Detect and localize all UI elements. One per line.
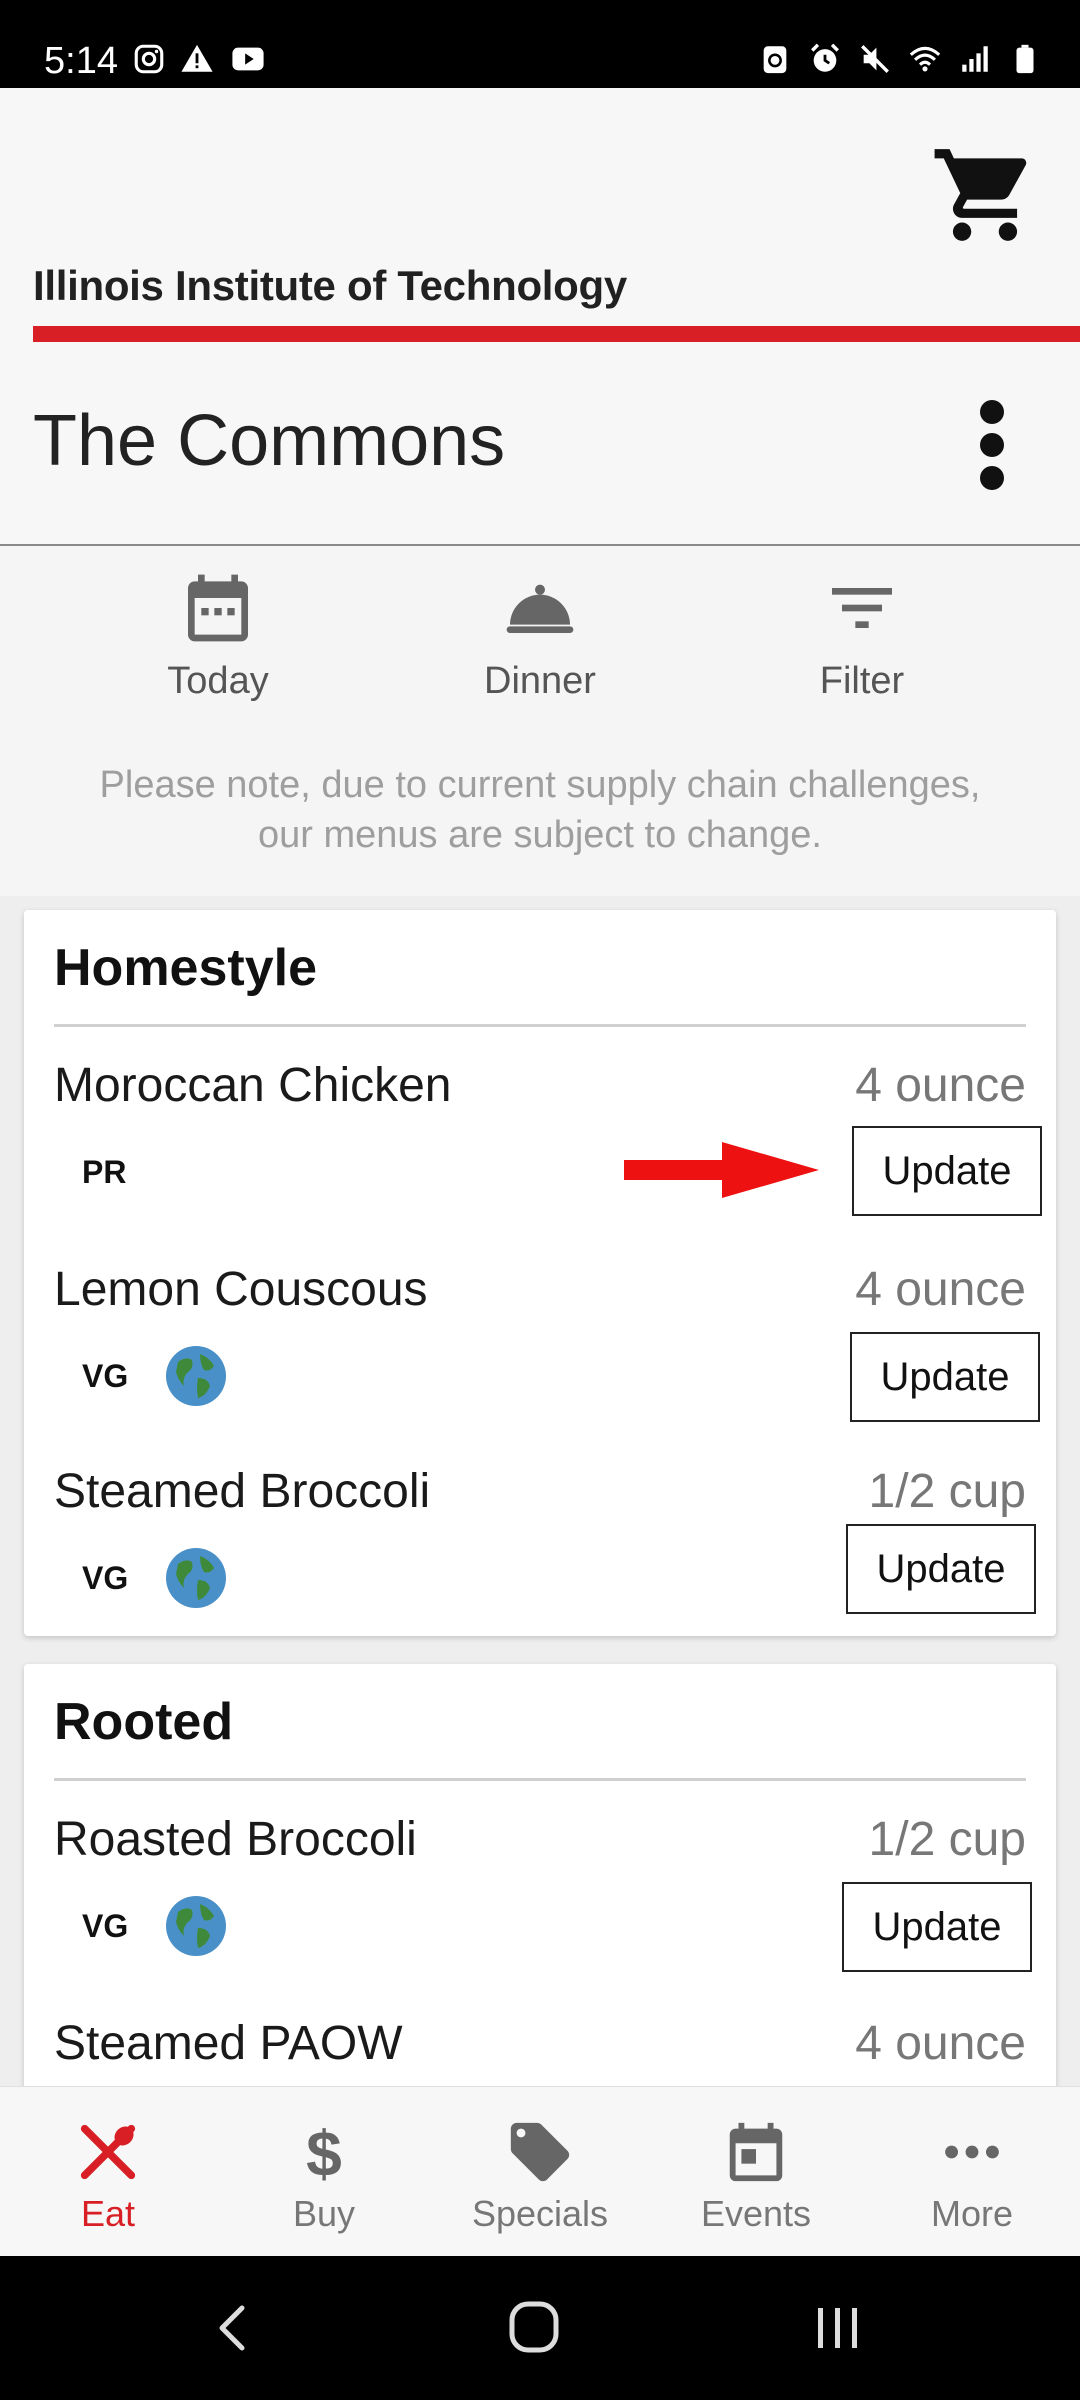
bottom-navigation: Eat $ Buy Specials Events More	[0, 2086, 1080, 2256]
supply-chain-notice: Please note, due to current supply chain…	[99, 764, 981, 856]
globe-icon	[166, 1896, 226, 1956]
instagram-icon	[134, 44, 164, 74]
nav-eat[interactable]: Eat	[0, 2087, 216, 2235]
station-card-homestyle: Homestyle Moroccan Chicken 4 ounce PR Up…	[24, 910, 1056, 1636]
nav-events[interactable]: Events	[648, 2087, 864, 2235]
signal-icon	[962, 46, 988, 72]
menu-item[interactable]: Lemon Couscous 4 ounce VG Update	[24, 1262, 1056, 1462]
date-label: Today	[167, 660, 269, 702]
wifi-icon	[909, 46, 941, 72]
more-dots-icon	[945, 2145, 999, 2159]
vegan-badge: VG	[82, 1560, 129, 1596]
recents-icon[interactable]	[798, 2296, 878, 2360]
menu-item[interactable]: Steamed PAOW 4 ounce	[24, 2016, 1056, 2086]
menu-content[interactable]: Homestyle Moroccan Chicken 4 ounce PR Up…	[0, 896, 1080, 2086]
protein-badge: PR	[82, 1154, 127, 1190]
red-arrow-annotation	[624, 1142, 819, 1198]
nav-label: Events	[700, 2193, 812, 2234]
status-time: 5:14	[44, 40, 118, 82]
overflow-menu-icon[interactable]	[975, 395, 1009, 495]
update-button[interactable]: Update	[850, 1332, 1040, 1422]
page-title: The Commons	[33, 401, 506, 481]
item-portion: 4 ounce	[855, 2017, 1026, 2070]
vegan-badge: VG	[82, 1358, 129, 1394]
station-title: Rooted	[54, 1693, 234, 1751]
meal-selector[interactable]: Dinner	[430, 546, 650, 703]
status-bar: 5:14	[0, 0, 1080, 88]
update-button[interactable]: Update	[842, 1882, 1032, 1972]
item-name: Steamed PAOW	[54, 2017, 403, 2070]
tag-icon	[510, 2122, 570, 2182]
item-portion: 1/2 cup	[868, 1813, 1026, 1866]
svg-text:$: $	[306, 2117, 342, 2187]
date-selector[interactable]: Today	[108, 546, 328, 703]
recycle-icon	[763, 46, 787, 74]
filter-button[interactable]: Filter	[752, 546, 972, 703]
mute-icon	[861, 45, 889, 73]
shopping-cart-icon[interactable]	[930, 140, 1040, 250]
home-icon[interactable]	[494, 2296, 574, 2360]
nav-more[interactable]: More	[864, 2087, 1080, 2235]
menu-item[interactable]: Moroccan Chicken 4 ounce PR Update	[24, 1058, 1056, 1258]
item-portion: 4 ounce	[855, 1263, 1026, 1316]
dollar-icon: $	[306, 2117, 342, 2187]
meal-label: Dinner	[484, 660, 596, 702]
cloche-icon	[506, 584, 574, 633]
item-name: Steamed Broccoli	[54, 1465, 431, 1518]
nav-label: More	[930, 2193, 1014, 2234]
youtube-icon	[232, 47, 264, 71]
item-portion: 1/2 cup	[868, 1465, 1026, 1518]
station-divider	[54, 1024, 1026, 1027]
nav-label: Eat	[80, 2193, 136, 2234]
station-title: Homestyle	[54, 939, 317, 997]
globe-icon	[166, 1548, 226, 1608]
alarm-icon	[811, 43, 839, 72]
update-button[interactable]: Update	[852, 1126, 1042, 1216]
battery-icon	[1016, 44, 1034, 74]
filter-icon	[832, 588, 892, 628]
item-name: Moroccan Chicken	[54, 1059, 452, 1112]
nav-buy[interactable]: $ Buy	[216, 2087, 432, 2235]
nav-specials[interactable]: Specials	[432, 2087, 648, 2235]
item-name: Lemon Couscous	[54, 1263, 428, 1316]
system-navigation-bar	[0, 2256, 1080, 2400]
warning-icon	[181, 44, 213, 72]
menu-item[interactable]: Steamed Broccoli 1/2 cup VG Update	[24, 1464, 1056, 1664]
back-icon[interactable]	[194, 2296, 274, 2360]
fork-knife-icon	[80, 2124, 136, 2180]
filter-label: Filter	[819, 660, 905, 702]
brand-divider	[33, 326, 1080, 342]
calendar-icon	[729, 2122, 783, 2182]
station-divider	[54, 1778, 1026, 1781]
nav-label: Specials	[471, 2193, 609, 2234]
globe-icon	[166, 1346, 226, 1406]
item-name: Roasted Broccoli	[54, 1813, 417, 1866]
vegan-badge: VG	[82, 1908, 129, 1944]
nav-label: Buy	[292, 2193, 356, 2234]
update-button[interactable]: Update	[846, 1524, 1036, 1614]
station-card-rooted: Rooted Roasted Broccoli 1/2 cup VG Updat…	[24, 1664, 1056, 2086]
menu-item[interactable]: Roasted Broccoli 1/2 cup VG Update	[24, 1812, 1056, 2012]
calendar-icon	[188, 574, 248, 642]
brand-name: Illinois Institute of Technology	[33, 262, 627, 309]
item-portion: 4 ounce	[855, 1059, 1026, 1112]
menu-toolbar: Today Dinner Filter Please note, due to …	[0, 546, 1080, 896]
